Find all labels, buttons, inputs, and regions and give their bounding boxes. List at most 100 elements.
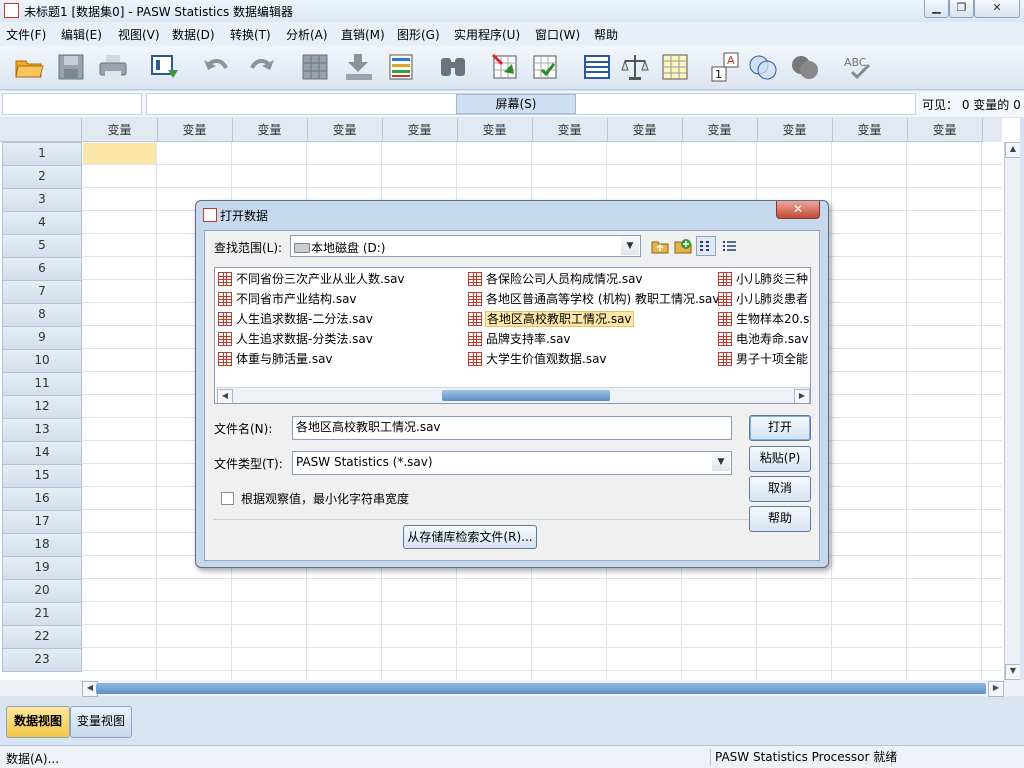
column-header[interactable]: 变量 — [907, 118, 983, 142]
row-header[interactable]: 16 — [2, 487, 82, 511]
row-header[interactable]: 3 — [2, 188, 82, 212]
look-in-select[interactable]: 本地磁盘 (D:) ▼ — [290, 235, 641, 257]
tab-data-view[interactable]: 数据视图 — [6, 706, 70, 738]
row-header[interactable]: 23 — [2, 648, 82, 672]
column-header[interactable]: 变量 — [232, 118, 308, 142]
chevron-down-icon[interactable]: ▼ — [712, 453, 730, 471]
scroll-thumb[interactable] — [442, 390, 610, 401]
scroll-down-icon[interactable]: ▼ — [1005, 664, 1020, 680]
row-header[interactable]: 13 — [2, 418, 82, 442]
scroll-up-icon[interactable]: ▲ — [1005, 142, 1020, 158]
column-header[interactable]: 变量 — [682, 118, 758, 142]
row-header[interactable]: 12 — [2, 395, 82, 419]
list-view-icon[interactable] — [696, 236, 716, 256]
row-header[interactable]: 4 — [2, 211, 82, 235]
file-item[interactable]: 大学生价值观数据.sav — [466, 350, 607, 368]
split-file-icon[interactable] — [582, 52, 612, 82]
open-button[interactable]: 打开 — [749, 415, 811, 441]
menu-graphs[interactable]: 图形(G) — [397, 26, 440, 43]
grid-corner[interactable] — [0, 118, 82, 142]
maximize-button[interactable]: ❐ — [949, 0, 974, 18]
file-item[interactable]: 电池寿命.sav — [716, 330, 810, 348]
horizontal-scrollbar[interactable]: ◀ ▶ — [0, 680, 1024, 697]
row-header[interactable]: 18 — [2, 533, 82, 557]
row-header[interactable]: 14 — [2, 441, 82, 465]
print-icon[interactable] — [98, 52, 128, 82]
row-header[interactable]: 21 — [2, 602, 82, 626]
row-header[interactable]: 11 — [2, 372, 82, 396]
menu-help[interactable]: 帮助 — [594, 26, 618, 43]
select-cases-icon[interactable] — [660, 52, 690, 82]
row-header[interactable]: 7 — [2, 280, 82, 304]
filename-input[interactable]: 各地区高校教职工情况.sav — [292, 416, 732, 440]
minimize-button[interactable]: ▁ — [924, 0, 949, 18]
row-header[interactable]: 9 — [2, 326, 82, 350]
row-header[interactable]: 17 — [2, 510, 82, 534]
retrieve-from-repository-button[interactable]: 从存储库检索文件(R)... — [403, 525, 537, 549]
file-item[interactable]: 品牌支持率.sav — [466, 330, 571, 348]
tab-variable-view[interactable]: 变量视图 — [70, 706, 132, 738]
chevron-down-icon[interactable]: ▼ — [621, 237, 639, 255]
column-header[interactable]: 变量 — [157, 118, 233, 142]
menu-window[interactable]: 窗口(W) — [535, 26, 580, 43]
open-folder-icon[interactable] — [14, 52, 44, 82]
minimize-string-width-checkbox[interactable] — [221, 492, 234, 505]
cell-reference-field[interactable] — [2, 93, 142, 115]
dialog-recall-icon[interactable] — [150, 52, 180, 82]
row-header[interactable]: 20 — [2, 579, 82, 603]
column-header[interactable]: 变量 — [382, 118, 458, 142]
row-header[interactable]: 15 — [2, 464, 82, 488]
use-sets-icon[interactable] — [748, 52, 778, 82]
value-labels-icon[interactable]: A1 — [710, 52, 740, 82]
column-header[interactable]: 变量 — [757, 118, 833, 142]
scroll-right-icon[interactable]: ▶ — [988, 681, 1004, 697]
menu-analyze[interactable]: 分析(A) — [286, 26, 328, 43]
menu-data[interactable]: 数据(D) — [172, 26, 215, 43]
insert-cases-icon[interactable] — [490, 52, 520, 82]
column-header[interactable]: 变量 — [532, 118, 608, 142]
row-header[interactable]: 6 — [2, 257, 82, 281]
file-item[interactable]: 小儿肺炎三种 — [716, 270, 810, 288]
variables-icon[interactable] — [386, 52, 416, 82]
file-item[interactable]: 不同省份三次产业从业人数.sav — [216, 270, 405, 288]
column-header[interactable]: 变量 — [832, 118, 908, 142]
scroll-thumb[interactable] — [96, 683, 986, 694]
selected-cell[interactable] — [83, 143, 156, 164]
file-item[interactable]: 不同省市产业结构.sav — [216, 290, 357, 308]
weight-cases-icon[interactable] — [620, 52, 650, 82]
paste-button[interactable]: 粘贴(P) — [749, 446, 811, 472]
vertical-scrollbar[interactable]: ▲ ▼ — [1004, 142, 1020, 680]
close-button[interactable]: ✕ — [974, 0, 1020, 18]
column-header[interactable]: 变量 — [457, 118, 533, 142]
up-folder-icon[interactable] — [651, 237, 669, 255]
row-header[interactable]: 22 — [2, 625, 82, 649]
undo-icon[interactable] — [202, 52, 232, 82]
menu-edit[interactable]: 编辑(E) — [61, 26, 102, 43]
scroll-left-icon[interactable]: ◀ — [217, 389, 233, 403]
goto-case-icon[interactable] — [300, 52, 330, 82]
cancel-button[interactable]: 取消 — [749, 476, 811, 502]
new-folder-icon[interactable] — [674, 237, 692, 255]
file-item[interactable]: 各地区普通高等学校 (机构) 教职工情况.sav — [466, 290, 736, 308]
scroll-right-icon[interactable]: ▶ — [794, 389, 810, 403]
file-item[interactable]: 体重与肺活量.sav — [216, 350, 333, 368]
details-view-icon[interactable] — [720, 237, 738, 255]
goto-variable-icon[interactable] — [344, 52, 374, 82]
file-item[interactable]: 小儿肺炎患者 — [716, 290, 810, 308]
screen-button[interactable]: 屏幕(S) — [456, 94, 576, 114]
column-header[interactable]: 变量 — [82, 118, 158, 142]
spell-check-icon[interactable]: ABC — [842, 52, 872, 82]
redo-icon[interactable] — [246, 52, 276, 82]
row-header[interactable]: 8 — [2, 303, 82, 327]
file-item[interactable]: 生物样本20.s — [716, 310, 810, 328]
file-item[interactable]: 人生追求数据-分类法.sav — [216, 330, 373, 348]
row-header[interactable]: 5 — [2, 234, 82, 258]
filetype-select[interactable]: PASW Statistics (*.sav) ▼ — [292, 451, 732, 475]
column-header[interactable]: 变量 — [607, 118, 683, 142]
menu-utilities[interactable]: 实用程序(U) — [454, 26, 520, 43]
column-header[interactable]: 变量 — [307, 118, 383, 142]
row-header[interactable]: 19 — [2, 556, 82, 580]
file-list[interactable]: 不同省份三次产业从业人数.sav 不同省市产业结构.sav 人生追求数据-二分法… — [214, 267, 811, 404]
dialog-close-button[interactable]: ✕ — [776, 201, 820, 219]
file-item[interactable]: 男子十项全能 — [716, 350, 810, 368]
